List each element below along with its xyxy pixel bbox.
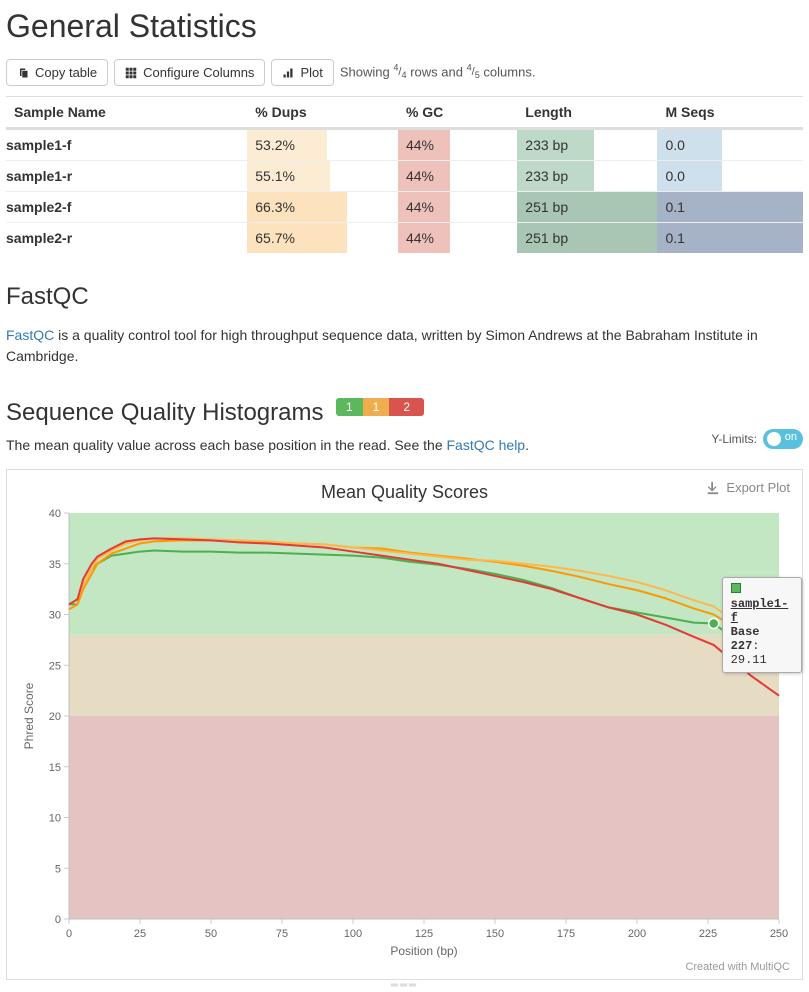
table-toolbar: Copy table Configure Columns Plot Showin… xyxy=(6,59,803,86)
svg-text:Position (bp): Position (bp) xyxy=(390,944,457,958)
table-row: sample1-r55.1%44%233 bp0.0 xyxy=(6,161,803,192)
mseqs-cell: 0.0 xyxy=(657,129,803,161)
sample-name-cell[interactable]: sample2-r xyxy=(6,223,247,254)
sample-name-cell[interactable]: sample2-f xyxy=(6,192,247,223)
plot-tooltip: sample1-f Base 227: 29.11 xyxy=(722,577,802,673)
dups-cell: 66.3% xyxy=(247,192,398,223)
copy-icon xyxy=(17,67,29,79)
fastqc-help-link[interactable]: FastQC help xyxy=(447,437,526,453)
bar-chart-icon xyxy=(282,67,294,79)
gc-cell: 44% xyxy=(398,161,517,192)
download-icon xyxy=(706,481,720,495)
configure-columns-label: Configure Columns xyxy=(143,65,254,80)
resize-handle[interactable]: ═══ xyxy=(6,980,803,988)
svg-text:50: 50 xyxy=(205,928,217,940)
export-plot-button[interactable]: Export Plot xyxy=(706,480,790,495)
table-row: sample1-f53.2%44%233 bp0.0 xyxy=(6,129,803,161)
table-row: sample2-r65.7%44%251 bp0.1 xyxy=(6,223,803,254)
svg-text:150: 150 xyxy=(486,928,504,940)
svg-text:125: 125 xyxy=(415,928,433,940)
general-stats-table: Sample Name% Dups% GCLengthM Seqs sample… xyxy=(6,96,803,253)
length-cell: 251 bp xyxy=(517,223,657,254)
plot-button[interactable]: Plot xyxy=(271,59,333,86)
column-header[interactable]: % GC xyxy=(398,97,517,129)
section-subtitle: The mean quality value across each base … xyxy=(6,437,803,453)
ylimits-toggle[interactable]: on xyxy=(763,429,803,449)
column-header[interactable]: M Seqs xyxy=(657,97,803,129)
ylimits-label: Y-Limits: xyxy=(711,432,757,446)
table-row: sample2-f66.3%44%251 bp0.1 xyxy=(6,192,803,223)
svg-text:200: 200 xyxy=(628,928,646,940)
svg-text:15: 15 xyxy=(49,762,61,774)
svg-text:225: 225 xyxy=(699,928,717,940)
length-cell: 251 bp xyxy=(517,192,657,223)
fastqc-title: FastQC xyxy=(6,283,803,311)
dups-cell: 65.7% xyxy=(247,223,398,254)
svg-text:25: 25 xyxy=(49,660,61,672)
svg-text:25: 25 xyxy=(134,928,146,940)
svg-text:100: 100 xyxy=(344,928,362,940)
configure-columns-button[interactable]: Configure Columns xyxy=(114,59,265,86)
svg-text:75: 75 xyxy=(276,928,288,940)
gc-cell: 44% xyxy=(398,223,517,254)
section-title: Sequence Quality Histograms xyxy=(6,399,323,427)
length-cell: 233 bp xyxy=(517,161,657,192)
dups-cell: 55.1% xyxy=(247,161,398,192)
badge-fail: 2 xyxy=(389,398,424,416)
svg-text:0: 0 xyxy=(55,914,61,926)
svg-text:0: 0 xyxy=(66,928,72,940)
plot-title: Mean Quality Scores xyxy=(19,482,790,503)
svg-text:Phred Score: Phred Score xyxy=(22,682,36,749)
svg-text:20: 20 xyxy=(49,711,61,723)
svg-text:10: 10 xyxy=(49,813,61,825)
sample-name-cell[interactable]: sample1-r xyxy=(6,161,247,192)
grid-icon xyxy=(125,67,137,79)
general-stats-title: General Statistics xyxy=(6,8,803,45)
length-cell: 233 bp xyxy=(517,129,657,161)
svg-text:35: 35 xyxy=(49,559,61,571)
plot-button-label: Plot xyxy=(300,65,322,80)
fastqc-description: FastQC is a quality control tool for hig… xyxy=(6,325,803,367)
status-badges: 112 xyxy=(336,398,424,416)
column-header[interactable]: Sample Name xyxy=(6,97,247,129)
mseqs-cell: 0.0 xyxy=(657,161,803,192)
svg-text:30: 30 xyxy=(49,610,61,622)
fastqc-link[interactable]: FastQC xyxy=(6,327,54,343)
showing-text: Showing 4/4 rows and 4/5 columns. xyxy=(340,64,536,82)
column-header[interactable]: % Dups xyxy=(247,97,398,129)
copy-table-label: Copy table xyxy=(35,65,97,80)
svg-text:5: 5 xyxy=(55,863,61,875)
gc-cell: 44% xyxy=(398,129,517,161)
column-header[interactable]: Length xyxy=(517,97,657,129)
svg-text:175: 175 xyxy=(557,928,575,940)
svg-text:250: 250 xyxy=(770,928,788,940)
copy-table-button[interactable]: Copy table xyxy=(6,59,108,86)
gc-cell: 44% xyxy=(398,192,517,223)
badge-warn: 1 xyxy=(363,398,390,416)
plot-credit: Created with MultiQC xyxy=(19,961,790,973)
quality-plot[interactable]: 0 5 10 15 20 25 30 35 40 0 25 50 75 100 125 150 175 200 22… xyxy=(19,509,789,959)
mseqs-cell: 0.1 xyxy=(657,223,803,254)
sample-name-cell[interactable]: sample1-f xyxy=(6,129,247,161)
svg-text:40: 40 xyxy=(49,509,61,520)
badge-pass: 1 xyxy=(336,398,363,416)
mseqs-cell: 0.1 xyxy=(657,192,803,223)
dups-cell: 53.2% xyxy=(247,129,398,161)
quality-plot-container: Export Plot Mean Quality Scores 0 5 10 15 20… xyxy=(6,469,803,980)
